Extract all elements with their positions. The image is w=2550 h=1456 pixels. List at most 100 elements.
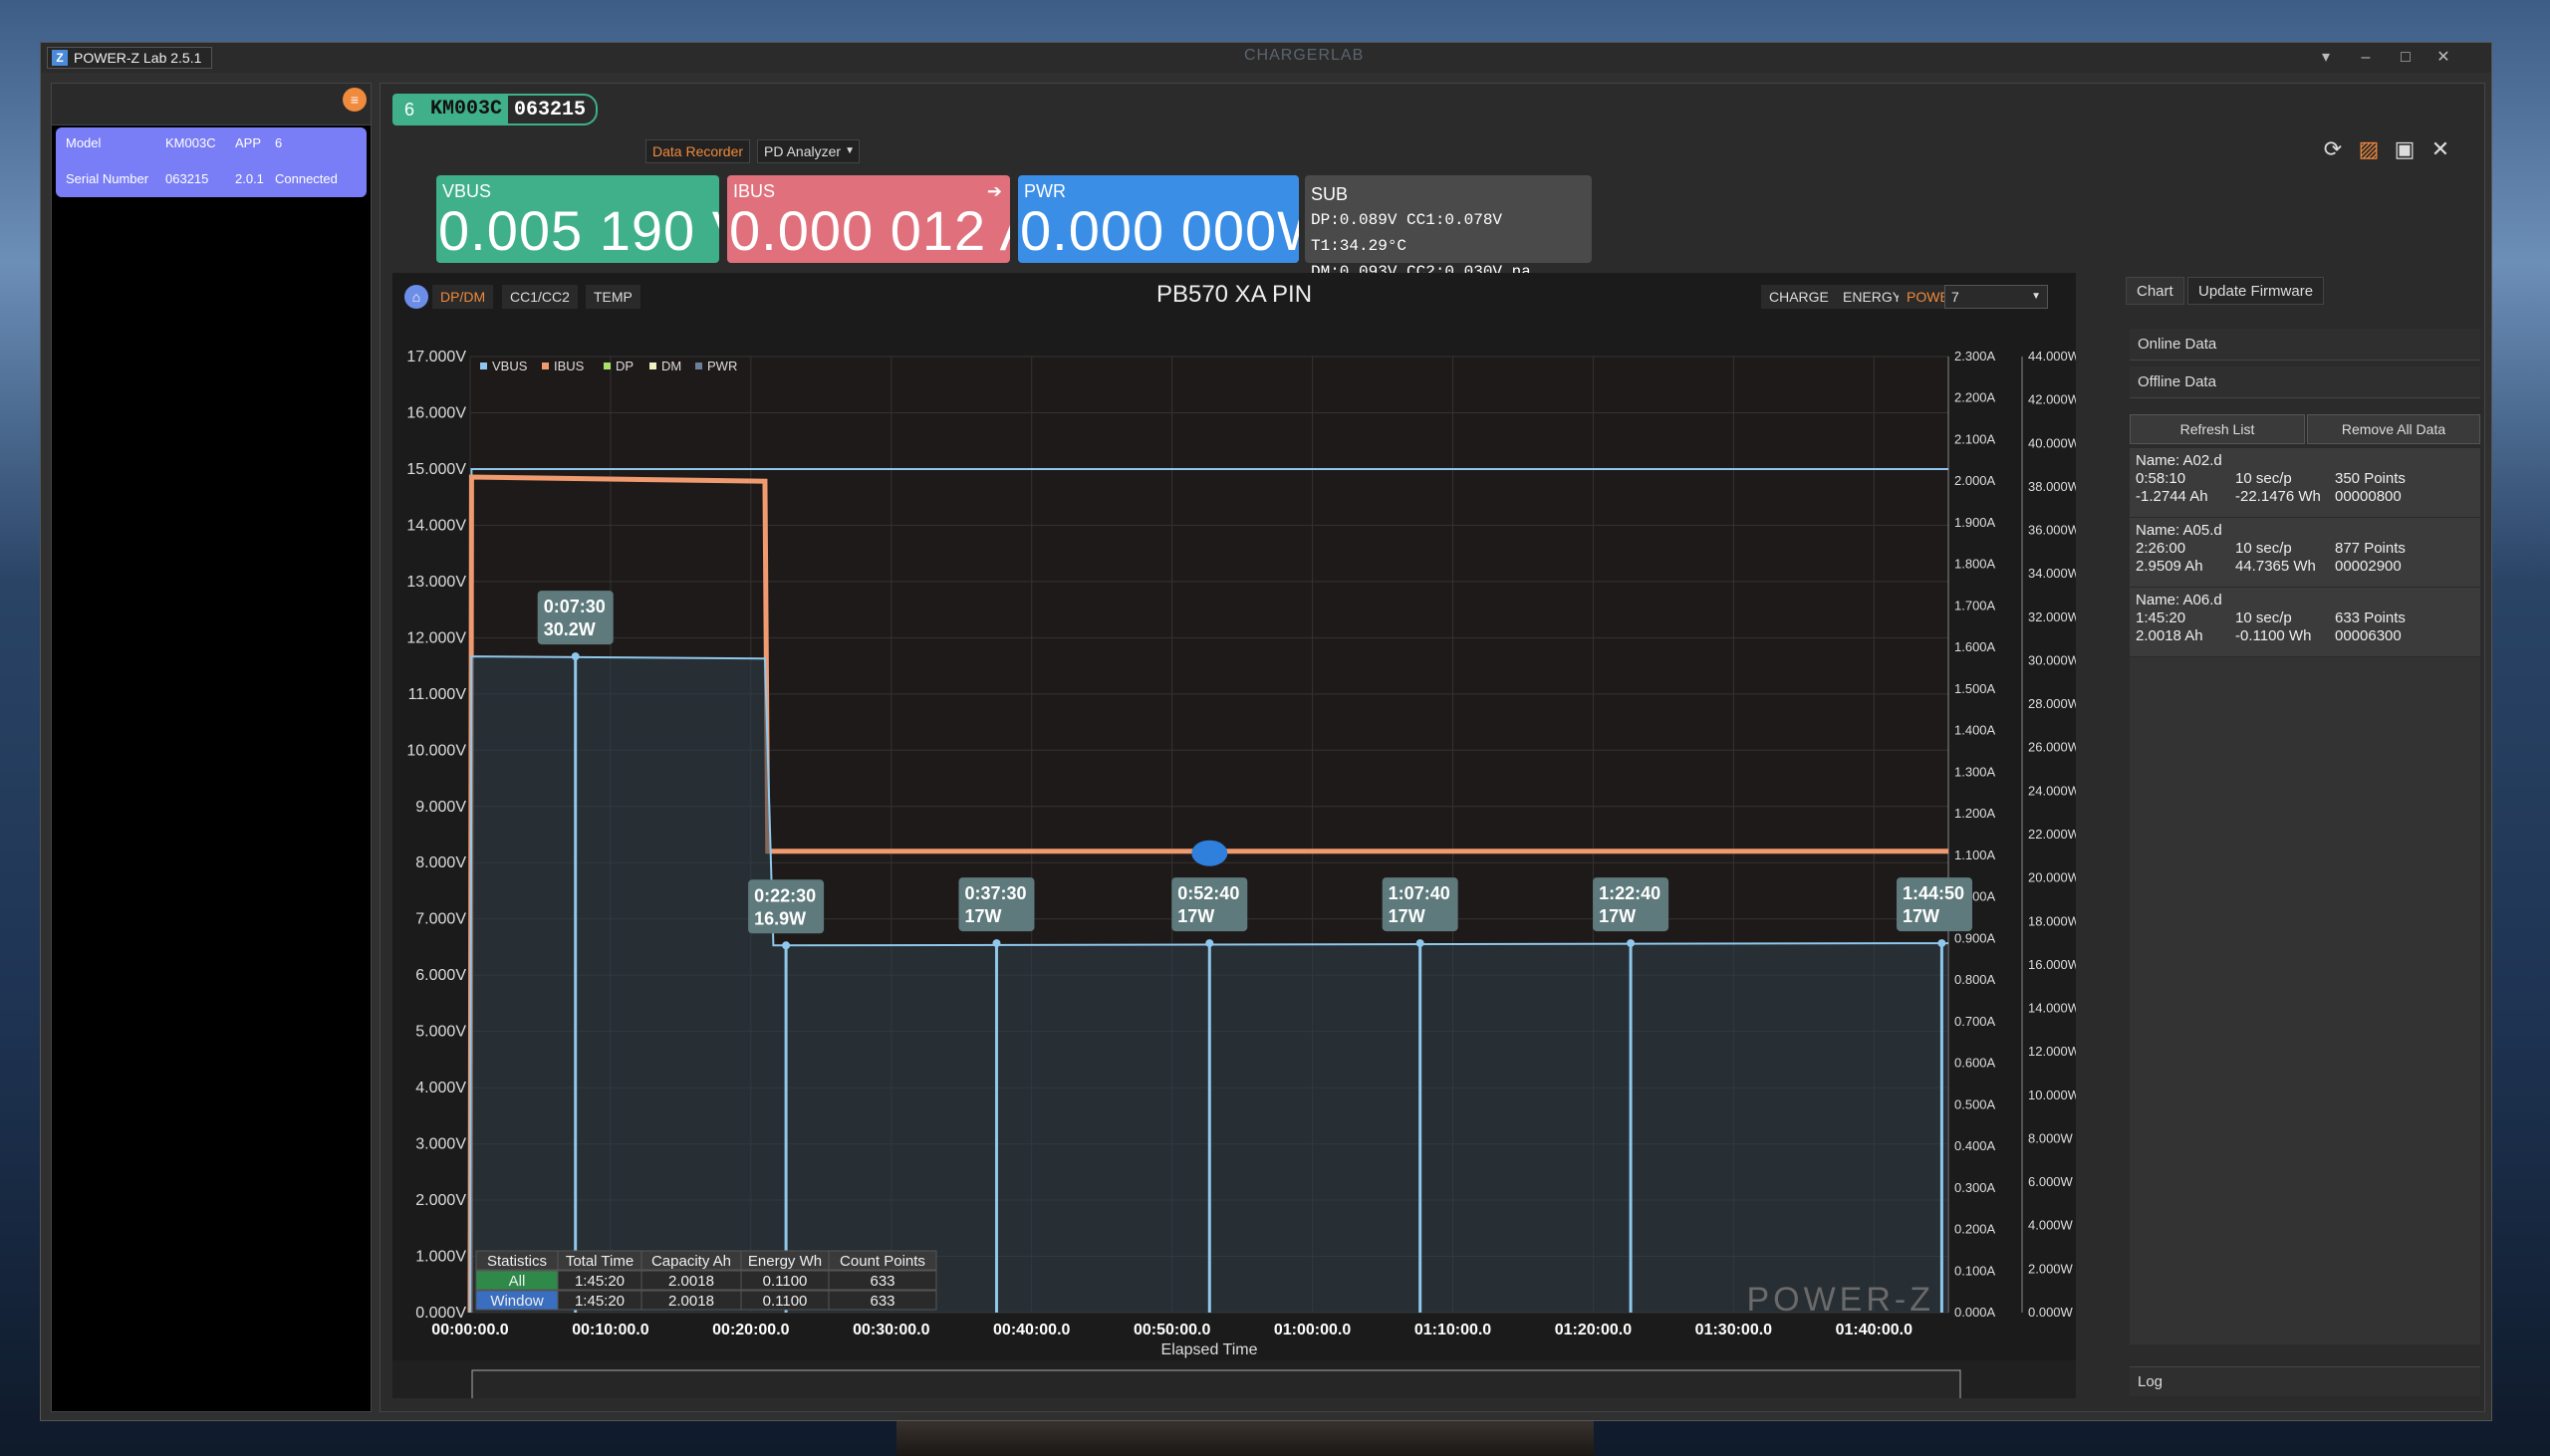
chart-icon[interactable]: ▨: [2355, 135, 2383, 163]
model-value: KM003C: [165, 135, 216, 150]
y-right-tick-label: 4.000W: [2028, 1218, 2074, 1233]
log-section[interactable]: Log: [2130, 1366, 2480, 1396]
device-tag[interactable]: 6 KM003C 063215: [392, 94, 599, 125]
file-list-item[interactable]: Name: A02.d 0:58:10 10 sec/p 350 Points -1.2…: [2130, 448, 2480, 518]
tab-update-firmware[interactable]: Update Firmware: [2187, 277, 2325, 305]
legend-label: VBUS: [492, 359, 528, 373]
legend-label: IBUS: [554, 359, 585, 373]
legend-label: DM: [661, 359, 681, 373]
file-name: Name: A06.d: [2136, 592, 2222, 608]
brand-logo: CHARGERLAB: [1244, 47, 1365, 64]
main-area: 6 KM003C 063215 Data Recorder PD Analyze…: [380, 83, 2485, 1412]
screen-icon[interactable]: ▣: [2391, 135, 2419, 163]
chart-svg[interactable]: 17.000V 16.000V 15.000V 14.000V 13.000V 12.00…: [392, 273, 2076, 1398]
y-right-tick-label: 44.000W: [2028, 349, 2076, 364]
app-logo-icon: Z: [52, 50, 68, 66]
file-list: Name: A02.d 0:58:10 10 sec/p 350 Points -1.2…: [2130, 448, 2480, 1344]
remove-all-data-button[interactable]: Remove All Data: [2307, 414, 2480, 444]
serial-value: 063215: [165, 171, 209, 186]
app-label: APP: [235, 135, 262, 150]
y-mid-tick-label: 2.300A: [1954, 349, 1996, 364]
file-points: 633 Points: [2335, 609, 2406, 626]
y-right-tick-label: 36.000W: [2028, 523, 2076, 538]
x-tick-label: 01:10:00.0: [1414, 1322, 1491, 1338]
y-right-tick-label: 0.000W: [2028, 1305, 2074, 1320]
x-tick-label: 00:50:00.0: [1134, 1322, 1210, 1338]
y-left-tick-label: 1.000V: [415, 1249, 466, 1266]
y-mid-tick-label: 0.600A: [1954, 1056, 1996, 1071]
serial-label: Serial Number: [66, 171, 149, 186]
annotation-point: [1627, 939, 1636, 948]
pd-analyzer-button[interactable]: PD Analyzer ▼: [757, 139, 861, 163]
vbus-meter: VBUS 0.005 190 V: [436, 175, 719, 263]
file-energy: -0.1100 Wh: [2235, 627, 2312, 644]
y-left-tick-label: 6.000V: [415, 967, 466, 984]
y-right-tick-label: 40.000W: [2028, 435, 2076, 450]
device-card[interactable]: Model KM003C APP 6 Serial Number 063215 …: [56, 127, 367, 197]
y-mid-tick-label: 1.700A: [1954, 598, 1996, 612]
stats-value: 0.1100: [763, 1273, 808, 1290]
app-title-tab[interactable]: Z POWER-Z Lab 2.5.1: [47, 47, 213, 69]
refresh-list-button[interactable]: Refresh List: [2130, 414, 2305, 444]
file-capacity: 2.0018 Ah: [2136, 627, 2203, 644]
annotation-time: 0:52:40: [1177, 883, 1239, 903]
annotation-time: 0:07:30: [544, 597, 606, 616]
legend-swatch: [695, 363, 702, 369]
file-list-item[interactable]: Name: A06.d 1:45:20 10 sec/p 633 Points 2.00…: [2130, 588, 2480, 657]
y-mid-tick-label: 0.400A: [1954, 1138, 1996, 1153]
y-right-tick-label: 32.000W: [2028, 609, 2076, 624]
close-icon[interactable]: ✕: [2425, 47, 2461, 69]
watermark-logo: POWER-Z: [1746, 1281, 1934, 1319]
file-list-item[interactable]: Name: A05.d 2:26:00 10 sec/p 877 Points 2.95…: [2130, 518, 2480, 588]
online-data-section[interactable]: Online Data: [2130, 329, 2480, 361]
file-capacity: 2.9509 Ah: [2136, 558, 2203, 575]
file-rate: 10 sec/p: [2235, 609, 2292, 626]
file-energy: 44.7365 Wh: [2235, 558, 2316, 575]
annotation-time: 0:22:30: [754, 885, 816, 905]
file-points: 877 Points: [2335, 540, 2406, 557]
sub-line-1: DP:0.089V CC1:0.078V T1:34.29°C: [1311, 211, 1503, 255]
close-panel-icon[interactable]: ✕: [2426, 135, 2454, 163]
menu-icon[interactable]: ≡: [343, 88, 367, 112]
scroll-marker-icon: [1191, 840, 1228, 866]
y-left-tick-label: 10.000V: [406, 742, 466, 759]
y-right-tick-label: 24.000W: [2028, 783, 2076, 798]
y-mid-tick-label: 0.000A: [1954, 1305, 1996, 1320]
offline-data-section[interactable]: Offline Data: [2130, 366, 2480, 398]
stats-header: Total Time: [566, 1253, 634, 1270]
x-tick-label: 01:40:00.0: [1836, 1322, 1912, 1338]
y-mid-tick-label: 1.200A: [1954, 806, 1996, 821]
minimize-icon[interactable]: –: [2348, 47, 2384, 69]
y-left-tick-label: 15.000V: [406, 461, 466, 478]
title-bar: Z POWER-Z Lab 2.5.1 CHARGERLAB ▾ – □ ✕: [41, 43, 2491, 73]
tag-serial: 063215: [514, 98, 587, 121]
annotation-point: [782, 941, 791, 950]
y-mid-tick-label: 1.900A: [1954, 515, 1996, 530]
annotation-value: 17W: [1599, 906, 1636, 926]
maximize-icon[interactable]: □: [2388, 47, 2423, 69]
annotation-point: [1937, 939, 1946, 948]
y-mid-tick-label: 0.500A: [1954, 1096, 1996, 1111]
stats-value: 0.1100: [763, 1293, 808, 1310]
y-left-tick-label: 12.000V: [406, 629, 466, 646]
history-icon[interactable]: ⟳: [2319, 135, 2347, 163]
annotation-point: [992, 939, 1001, 948]
file-name: Name: A02.d: [2136, 452, 2222, 469]
x-tick-label: 00:10:00.0: [572, 1322, 648, 1338]
data-recorder-button[interactable]: Data Recorder: [645, 139, 751, 163]
file-rate: 10 sec/p: [2235, 470, 2292, 487]
annotation-point: [1205, 939, 1214, 948]
y-right-tick-label: 20.000W: [2028, 870, 2076, 885]
model-label: Model: [66, 135, 102, 150]
y-right-tick-label: 8.000W: [2028, 1130, 2074, 1145]
x-tick-label: 00:30:00.0: [853, 1322, 929, 1338]
y-mid-tick-label: 0.200A: [1954, 1222, 1996, 1237]
dropdown-icon[interactable]: ▾: [2308, 47, 2344, 69]
y-mid-tick-label: 1.600A: [1954, 639, 1996, 654]
tab-chart[interactable]: Chart: [2126, 277, 2184, 305]
y-right-tick-label: 18.000W: [2028, 913, 2076, 928]
y-right-tick-label: 28.000W: [2028, 696, 2076, 711]
annotation-value: 17W: [1389, 906, 1425, 926]
y-right-tick-label: 22.000W: [2028, 827, 2076, 842]
y-right-tick-label: 16.000W: [2028, 957, 2076, 972]
